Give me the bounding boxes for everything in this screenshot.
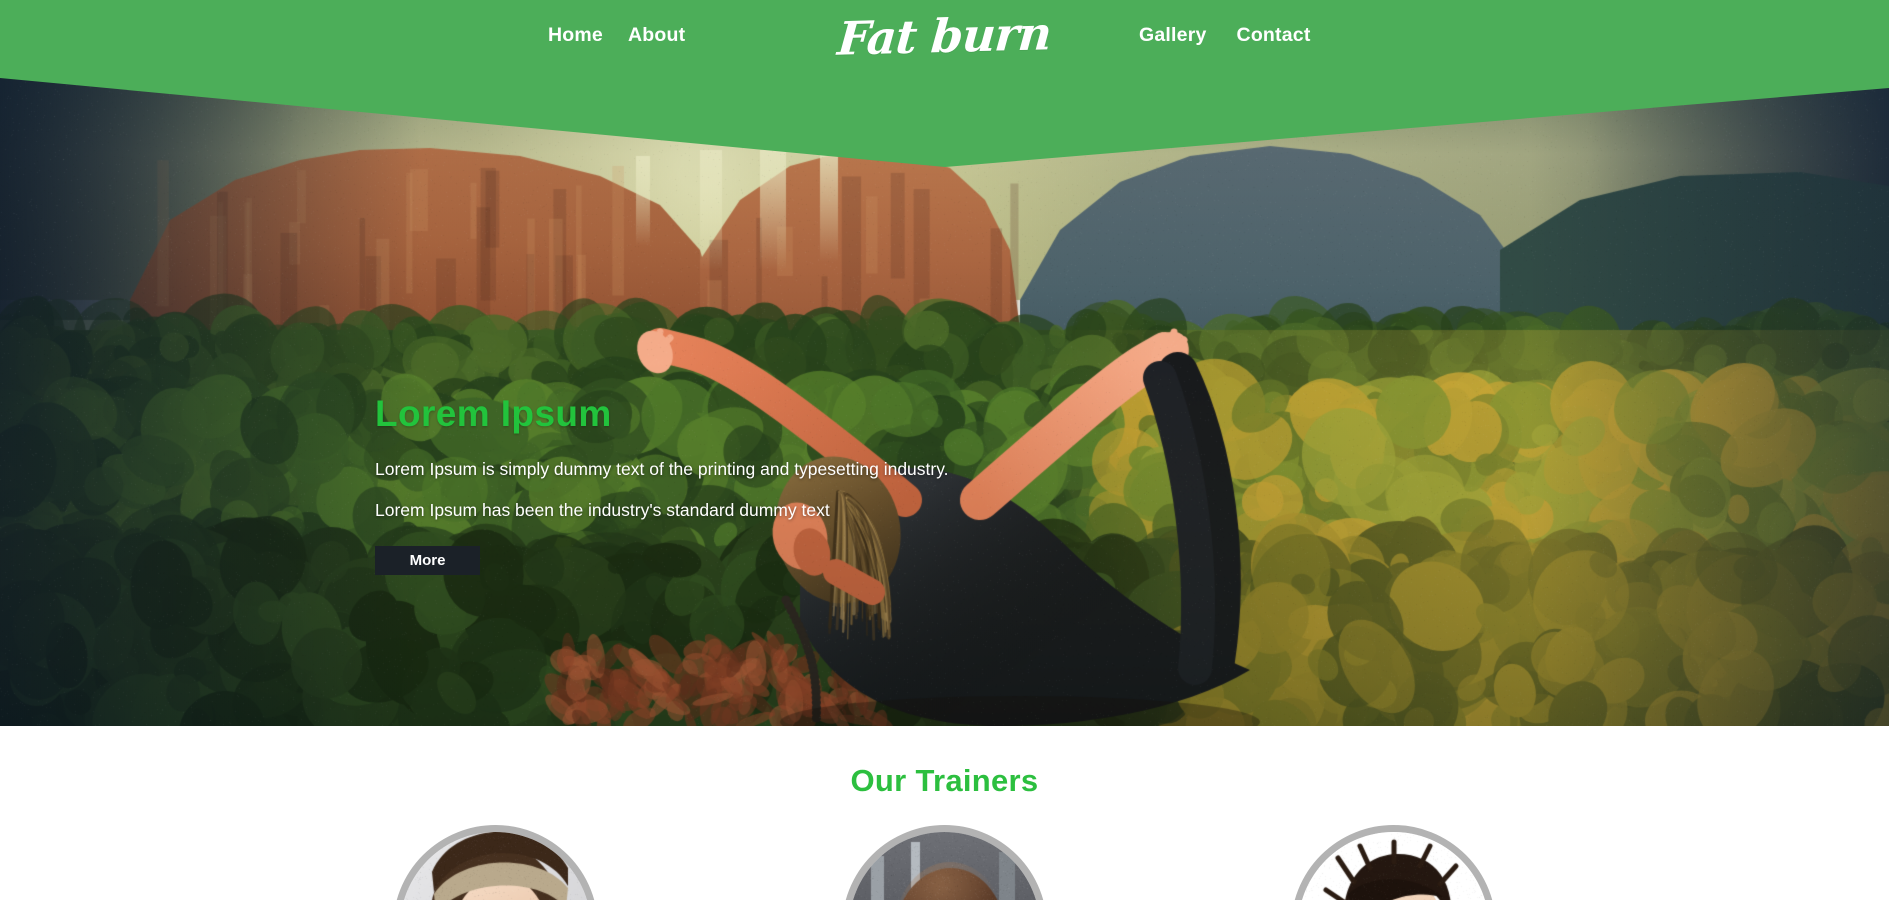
page-root: Home About Fat burn Gallery Contact Lore… bbox=[0, 0, 1889, 900]
hero-content: Lorem Ipsum Lorem Ipsum is simply dummy … bbox=[375, 393, 1135, 576]
nav-item-home[interactable]: Home bbox=[548, 26, 603, 46]
trainers-section: Our Trainers bbox=[0, 726, 1889, 900]
trainer-card-3[interactable] bbox=[1291, 825, 1496, 900]
site-header: Home About Fat burn Gallery Contact bbox=[0, 0, 1889, 72]
trainers-list bbox=[0, 825, 1889, 900]
hero-paragraph-line-1: Lorem Ipsum is simply dummy text of the … bbox=[375, 458, 949, 479]
trainer-photo-2 bbox=[849, 832, 1040, 900]
nav-item-gallery[interactable]: Gallery bbox=[1139, 26, 1207, 46]
hero-paragraph-line-2: Lorem Ipsum has been the industry's stan… bbox=[375, 499, 830, 520]
brand-wordmark: Fat burn bbox=[835, 6, 1054, 66]
trainer-card-1[interactable] bbox=[393, 825, 598, 900]
hero-more-button[interactable]: More bbox=[375, 546, 480, 576]
trainer-photo-1 bbox=[400, 832, 591, 900]
trainer-photo-3 bbox=[1298, 832, 1489, 900]
nav-item-about[interactable]: About bbox=[628, 26, 685, 46]
trainer-card-2[interactable] bbox=[842, 825, 1047, 900]
site-logo[interactable]: Fat burn bbox=[0, 0, 1889, 72]
hero-heading: Lorem Ipsum bbox=[375, 393, 612, 434]
nav-item-contact[interactable]: Contact bbox=[1237, 26, 1311, 46]
hero-banner bbox=[0, 0, 1889, 726]
primary-nav-right: Gallery Contact bbox=[1139, 0, 1311, 72]
primary-nav-left: Home About bbox=[548, 0, 685, 72]
trainers-heading: Our Trainers bbox=[850, 763, 1039, 798]
hero-background-image bbox=[0, 0, 1889, 726]
